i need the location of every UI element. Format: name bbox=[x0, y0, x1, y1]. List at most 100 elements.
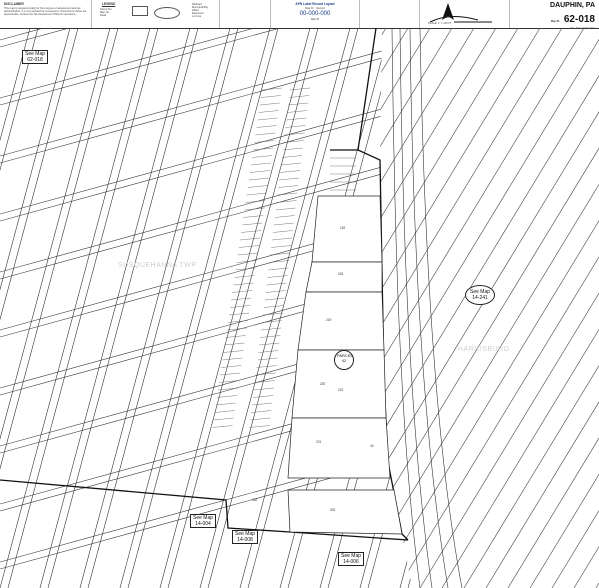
hatch-line bbox=[485, 28, 599, 588]
lot-line bbox=[253, 147, 274, 151]
lot-line bbox=[279, 177, 300, 181]
hatch-line bbox=[0, 28, 298, 588]
parcel-number: 219 bbox=[326, 318, 332, 322]
see-map-label[interactable]: See Map 14-008 bbox=[232, 530, 259, 544]
disclaimer-text: This map is prepared solely for the purp… bbox=[4, 7, 87, 16]
lot-line bbox=[285, 125, 306, 128]
see-map-label[interactable]: See Map 14-004 bbox=[190, 514, 217, 528]
lot-line bbox=[213, 417, 234, 421]
map-id-label: Map ID bbox=[550, 20, 560, 23]
lot-line bbox=[220, 372, 241, 376]
lot-line bbox=[254, 140, 275, 143]
lot-line bbox=[257, 357, 278, 361]
lot-line bbox=[214, 410, 235, 413]
street-edge bbox=[127, 28, 279, 588]
lot-line bbox=[233, 282, 254, 286]
lot-line bbox=[276, 200, 297, 203]
lot-line bbox=[286, 117, 307, 121]
hatch-line bbox=[0, 28, 144, 588]
lot-line bbox=[263, 305, 284, 308]
street-edge bbox=[79, 28, 231, 588]
circle-label-line2: 42 bbox=[341, 358, 347, 363]
street-edge bbox=[47, 28, 199, 588]
header-blank-2 bbox=[360, 0, 420, 28]
street-edge bbox=[0, 28, 79, 588]
lot-line bbox=[251, 410, 272, 413]
lot-line bbox=[264, 297, 285, 301]
street-edge bbox=[87, 28, 239, 588]
lot-line bbox=[242, 222, 263, 226]
lot-line bbox=[249, 170, 270, 173]
street-edge bbox=[119, 28, 271, 588]
map-header: DISCLAIMER This map is prepared solely f… bbox=[0, 0, 599, 30]
hatch-line bbox=[463, 28, 599, 588]
lot-line bbox=[270, 252, 291, 256]
parcel-number: 40 bbox=[370, 444, 374, 448]
parcel-number: 222 bbox=[338, 388, 344, 392]
lot-line bbox=[223, 350, 244, 353]
tax-map-page: DISCLAIMER This map is prepared solely f… bbox=[0, 0, 599, 588]
hatch-line bbox=[0, 28, 100, 588]
legend-right-list: Railroad Municipal Bdy Water Easement Lo… bbox=[192, 3, 218, 18]
lot-line bbox=[256, 125, 277, 128]
lot-line bbox=[273, 222, 294, 226]
lot-line bbox=[259, 342, 280, 346]
lot-line bbox=[261, 327, 282, 331]
legend-block: LEGEND Parcel No. Map No. Road Railroad … bbox=[92, 0, 220, 28]
street-edge bbox=[0, 28, 401, 41]
see-map-label[interactable]: See Map 14-241 bbox=[465, 285, 496, 305]
header-blank bbox=[220, 0, 270, 28]
apn-label-foot: Map ID bbox=[310, 18, 320, 21]
lot-line bbox=[288, 102, 309, 106]
legend-block-symbol bbox=[154, 7, 180, 19]
street-edge bbox=[39, 28, 191, 588]
lot-line bbox=[246, 192, 267, 196]
lot-line bbox=[289, 87, 311, 91]
lot-line bbox=[271, 245, 292, 248]
hatch-line bbox=[507, 28, 599, 588]
lot-line bbox=[230, 305, 251, 308]
street-edge bbox=[0, 28, 401, 106]
see-map-label[interactable]: See Map 62-018 bbox=[22, 50, 49, 64]
street-edge bbox=[0, 28, 39, 588]
see-map-line2: 14-008 bbox=[237, 537, 253, 543]
lot-line bbox=[247, 185, 268, 188]
scale-caption: SCALE: 1" = 100 FT bbox=[428, 22, 452, 25]
hatch-line bbox=[0, 28, 276, 588]
watermark-city: HARRISBURG bbox=[458, 346, 510, 353]
disclaimer-title: DISCLAIMER bbox=[4, 2, 24, 6]
street-edge bbox=[0, 28, 119, 588]
lot-line bbox=[238, 245, 259, 248]
street-edge bbox=[0, 28, 401, 48]
hatch-line bbox=[441, 28, 599, 588]
lot-line bbox=[287, 110, 308, 113]
hatch-line bbox=[0, 28, 122, 588]
lot-line bbox=[267, 275, 288, 278]
lot-line bbox=[215, 402, 236, 406]
lot-line bbox=[280, 162, 302, 166]
lot-line bbox=[245, 200, 266, 203]
street-edge bbox=[7, 28, 159, 588]
lot-line bbox=[231, 297, 252, 301]
lot-line bbox=[258, 350, 279, 353]
lot-line bbox=[278, 185, 299, 188]
parcel-number: 152 bbox=[340, 226, 346, 230]
apn-label-number: 00-000-000 bbox=[299, 11, 331, 17]
lot-line bbox=[271, 237, 293, 241]
lot-line bbox=[216, 395, 237, 398]
see-map-label[interactable]: See Map 14-006 bbox=[338, 552, 365, 566]
parcel-number: 218 bbox=[338, 272, 344, 276]
lot-line bbox=[280, 170, 301, 173]
lot-line bbox=[265, 290, 286, 293]
see-map-line2: 62-018 bbox=[27, 57, 43, 63]
hatch-line bbox=[380, 28, 599, 588]
lot-line bbox=[252, 402, 273, 406]
lot-line bbox=[260, 95, 281, 98]
lot-line bbox=[257, 117, 278, 121]
lot-line bbox=[258, 110, 279, 113]
parcel-circle-label[interactable]: PARCEL 42 bbox=[334, 350, 354, 370]
lot-line bbox=[222, 357, 243, 361]
lot-line bbox=[266, 282, 287, 286]
lot-line bbox=[219, 380, 240, 383]
lot-line bbox=[284, 132, 305, 136]
